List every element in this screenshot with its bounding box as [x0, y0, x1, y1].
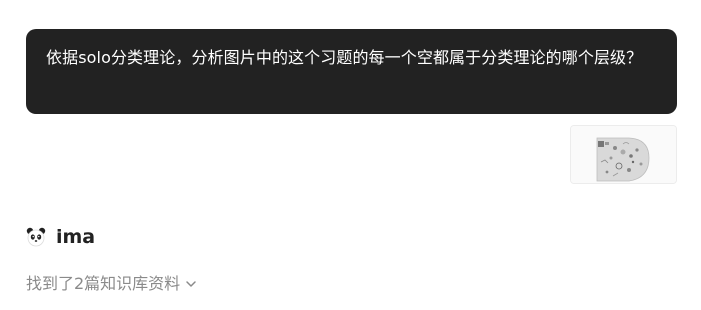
panda-icon — [26, 227, 46, 247]
image-thumbnail-icon — [571, 126, 676, 183]
user-message-text: 依据solo分类理论，分析图片中的这个习题的每一个空都属于分类理论的哪个层级？ — [46, 48, 643, 67]
chevron-down-icon — [185, 278, 197, 290]
image-attachment-thumbnail[interactable] — [570, 125, 677, 184]
assistant-name: ima — [56, 226, 96, 248]
chat-window: 依据solo分类理论，分析图片中的这个习题的每一个空都属于分类理论的哪个层级？ — [0, 0, 701, 310]
knowledge-base-summary: 找到了2篇知识库资料 — [26, 274, 181, 293]
user-message-bubble: 依据solo分类理论，分析图片中的这个习题的每一个空都属于分类理论的哪个层级？ — [26, 29, 677, 114]
knowledge-base-results-toggle[interactable]: 找到了2篇知识库资料 — [26, 273, 197, 295]
assistant-header: ima — [26, 224, 95, 250]
